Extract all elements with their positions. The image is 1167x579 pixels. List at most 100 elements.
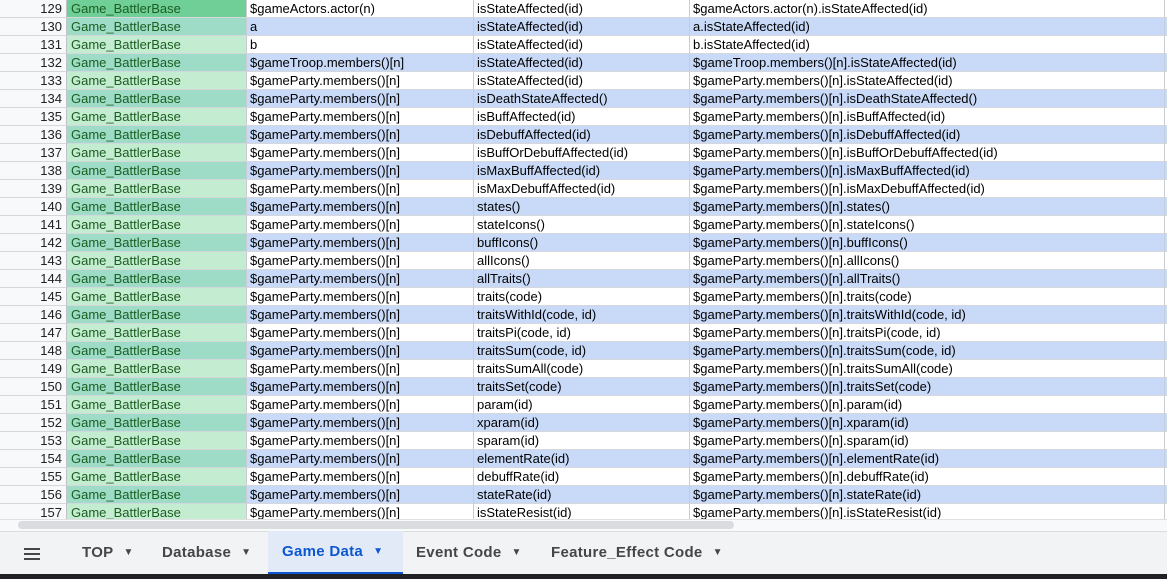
table-row[interactable]: 139 Game_BattlerBase $gameParty.members()[…: [0, 180, 1167, 198]
row-number[interactable]: 148: [0, 342, 67, 360]
object-cell[interactable]: $gameParty.members()[n]: [247, 234, 474, 252]
method-cell[interactable]: isStateResist(id): [474, 504, 690, 519]
table-row[interactable]: 129 Game_BattlerBase $gameActors.actor(n) i…: [0, 0, 1167, 18]
table-row[interactable]: 144 Game_BattlerBase $gameParty.members()[…: [0, 270, 1167, 288]
row-number[interactable]: 137: [0, 144, 67, 162]
class-name-cell[interactable]: Game_BattlerBase: [67, 108, 247, 126]
row-number[interactable]: 157: [0, 504, 67, 519]
method-cell[interactable]: traitsSet(code): [474, 378, 690, 396]
table-row[interactable]: 137 Game_BattlerBase $gameParty.members()[…: [0, 144, 1167, 162]
object-cell[interactable]: $gameParty.members()[n]: [247, 306, 474, 324]
method-cell[interactable]: isStateAffected(id): [474, 0, 690, 18]
object-cell[interactable]: $gameParty.members()[n]: [247, 252, 474, 270]
object-cell[interactable]: $gameParty.members()[n]: [247, 414, 474, 432]
table-row[interactable]: 141 Game_BattlerBase $gameParty.members()[…: [0, 216, 1167, 234]
method-cell[interactable]: isStateAffected(id): [474, 54, 690, 72]
class-name-cell[interactable]: Game_BattlerBase: [67, 342, 247, 360]
full-call-cell[interactable]: $gameParty.members()[n].traitsSumAll(cod…: [690, 360, 1165, 378]
full-call-cell[interactable]: $gameParty.members()[n].traitsSum(code, …: [690, 342, 1165, 360]
table-row[interactable]: 155 Game_BattlerBase $gameParty.members()[…: [0, 468, 1167, 486]
method-cell[interactable]: traitsWithId(code, id): [474, 306, 690, 324]
chevron-down-icon[interactable]: ▼: [241, 547, 251, 558]
row-number[interactable]: 132: [0, 54, 67, 72]
class-name-cell[interactable]: Game_BattlerBase: [67, 36, 247, 54]
method-cell[interactable]: isBuffAffected(id): [474, 108, 690, 126]
table-row[interactable]: 136 Game_BattlerBase $gameParty.members()[…: [0, 126, 1167, 144]
class-name-cell[interactable]: Game_BattlerBase: [67, 198, 247, 216]
method-cell[interactable]: traits(code): [474, 288, 690, 306]
class-name-cell[interactable]: Game_BattlerBase: [67, 288, 247, 306]
full-call-cell[interactable]: $gameParty.members()[n].xparam(id): [690, 414, 1165, 432]
table-row[interactable]: 145 Game_BattlerBase $gameParty.members()[…: [0, 288, 1167, 306]
full-call-cell[interactable]: $gameParty.members()[n].elementRate(id): [690, 450, 1165, 468]
row-number[interactable]: 143: [0, 252, 67, 270]
table-row[interactable]: 156 Game_BattlerBase $gameParty.members()[…: [0, 486, 1167, 504]
table-row[interactable]: 135 Game_BattlerBase $gameParty.members()[…: [0, 108, 1167, 126]
full-call-cell[interactable]: $gameParty.members()[n].traitsPi(code, i…: [690, 324, 1165, 342]
object-cell[interactable]: $gameParty.members()[n]: [247, 342, 474, 360]
method-cell[interactable]: traitsPi(code, id): [474, 324, 690, 342]
method-cell[interactable]: states(): [474, 198, 690, 216]
object-cell[interactable]: $gameParty.members()[n]: [247, 216, 474, 234]
table-row[interactable]: 157 Game_BattlerBase $gameParty.members()[…: [0, 504, 1167, 519]
class-name-cell[interactable]: Game_BattlerBase: [67, 54, 247, 72]
method-cell[interactable]: isStateAffected(id): [474, 18, 690, 36]
class-name-cell[interactable]: Game_BattlerBase: [67, 360, 247, 378]
class-name-cell[interactable]: Game_BattlerBase: [67, 324, 247, 342]
full-call-cell[interactable]: $gameParty.members()[n].allTraits(): [690, 270, 1165, 288]
class-name-cell[interactable]: Game_BattlerBase: [67, 126, 247, 144]
method-cell[interactable]: isStateAffected(id): [474, 36, 690, 54]
class-name-cell[interactable]: Game_BattlerBase: [67, 504, 247, 519]
object-cell[interactable]: $gameParty.members()[n]: [247, 72, 474, 90]
object-cell[interactable]: $gameParty.members()[n]: [247, 450, 474, 468]
row-number[interactable]: 144: [0, 270, 67, 288]
row-number[interactable]: 131: [0, 36, 67, 54]
object-cell[interactable]: $gameParty.members()[n]: [247, 180, 474, 198]
class-name-cell[interactable]: Game_BattlerBase: [67, 144, 247, 162]
object-cell[interactable]: a: [247, 18, 474, 36]
row-number[interactable]: 141: [0, 216, 67, 234]
table-row[interactable]: 140 Game_BattlerBase $gameParty.members()[…: [0, 198, 1167, 216]
class-name-cell[interactable]: Game_BattlerBase: [67, 306, 247, 324]
full-call-cell[interactable]: $gameParty.members()[n].stateRate(id): [690, 486, 1165, 504]
chevron-down-icon[interactable]: ▼: [713, 547, 723, 558]
full-call-cell[interactable]: $gameParty.members()[n].isStateResist(id…: [690, 504, 1165, 519]
full-call-cell[interactable]: $gameParty.members()[n].isMaxBuffAffecte…: [690, 162, 1165, 180]
tab-top[interactable]: TOP ▼: [70, 531, 150, 574]
object-cell[interactable]: $gameParty.members()[n]: [247, 144, 474, 162]
row-number[interactable]: 149: [0, 360, 67, 378]
object-cell[interactable]: $gameParty.members()[n]: [247, 504, 474, 519]
method-cell[interactable]: buffIcons(): [474, 234, 690, 252]
method-cell[interactable]: isMaxBuffAffected(id): [474, 162, 690, 180]
class-name-cell[interactable]: Game_BattlerBase: [67, 252, 247, 270]
full-call-cell[interactable]: $gameParty.members()[n].debuffRate(id): [690, 468, 1165, 486]
class-name-cell[interactable]: Game_BattlerBase: [67, 396, 247, 414]
chevron-down-icon[interactable]: ▼: [123, 547, 133, 558]
row-number[interactable]: 155: [0, 468, 67, 486]
row-number[interactable]: 142: [0, 234, 67, 252]
object-cell[interactable]: $gameParty.members()[n]: [247, 288, 474, 306]
row-number[interactable]: 130: [0, 18, 67, 36]
table-row[interactable]: 147 Game_BattlerBase $gameParty.members()[…: [0, 324, 1167, 342]
method-cell[interactable]: traitsSumAll(code): [474, 360, 690, 378]
full-call-cell[interactable]: $gameParty.members()[n].param(id): [690, 396, 1165, 414]
class-name-cell[interactable]: Game_BattlerBase: [67, 486, 247, 504]
class-name-cell[interactable]: Game_BattlerBase: [67, 216, 247, 234]
full-call-cell[interactable]: $gameParty.members()[n].states(): [690, 198, 1165, 216]
object-cell[interactable]: $gameParty.members()[n]: [247, 432, 474, 450]
method-cell[interactable]: sparam(id): [474, 432, 690, 450]
full-call-cell[interactable]: a.isStateAffected(id): [690, 18, 1165, 36]
method-cell[interactable]: xparam(id): [474, 414, 690, 432]
object-cell[interactable]: $gameParty.members()[n]: [247, 360, 474, 378]
spreadsheet-grid[interactable]: 129 Game_BattlerBase $gameActors.actor(n) i…: [0, 0, 1167, 519]
class-name-cell[interactable]: Game_BattlerBase: [67, 234, 247, 252]
method-cell[interactable]: isDebuffAffected(id): [474, 126, 690, 144]
method-cell[interactable]: isBuffOrDebuffAffected(id): [474, 144, 690, 162]
table-row[interactable]: 131 Game_BattlerBase b isStateAffected(id) b…: [0, 36, 1167, 54]
horizontal-scrollbar-thumb[interactable]: [18, 521, 734, 529]
full-call-cell[interactable]: $gameTroop.members()[n].isStateAffected(…: [690, 54, 1165, 72]
row-number[interactable]: 138: [0, 162, 67, 180]
row-number[interactable]: 153: [0, 432, 67, 450]
full-call-cell[interactable]: $gameParty.members()[n].isBuffAffected(i…: [690, 108, 1165, 126]
full-call-cell[interactable]: $gameParty.members()[n].isMaxDebuffAffec…: [690, 180, 1165, 198]
